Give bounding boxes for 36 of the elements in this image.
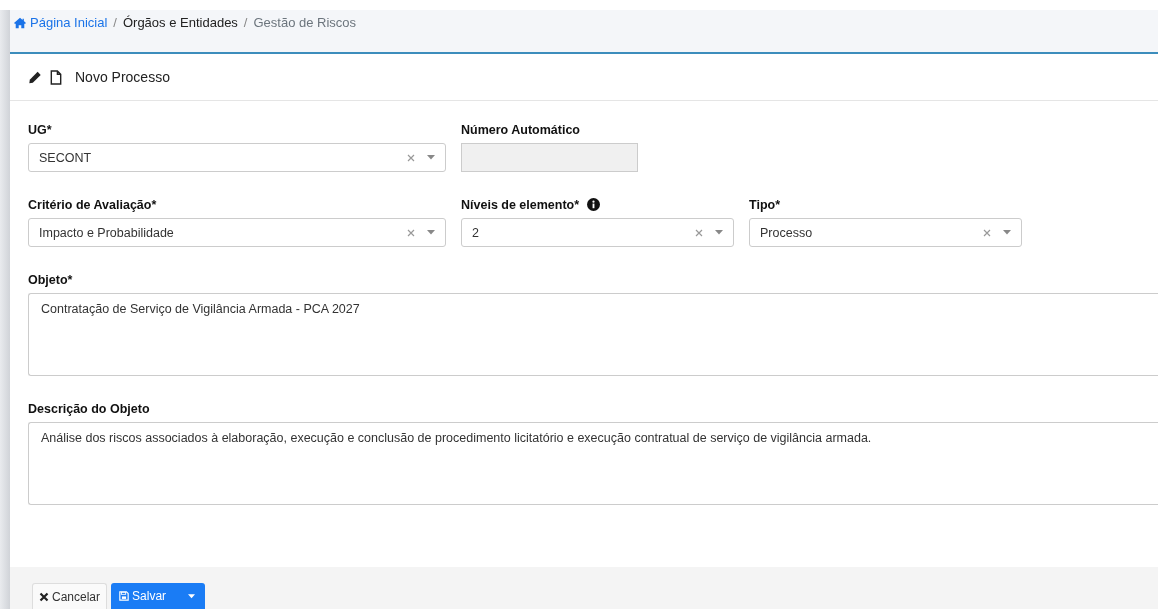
breadcrumb-separator: / (113, 15, 117, 30)
clear-icon[interactable] (695, 228, 703, 237)
caret-icon (715, 230, 723, 235)
card-title: Novo Processo (75, 69, 170, 85)
breadcrumb-current: Gestão de Riscos (253, 15, 357, 30)
breadcrumb-separator: / (243, 15, 248, 30)
breadcrumb-link[interactable]: Página Inicial (13, 15, 108, 30)
breadcrumb-link[interactable]: Órgãos e Entidades (122, 15, 238, 30)
caret-icon (427, 155, 435, 160)
home-icon (13, 16, 27, 29)
caret-icon (188, 593, 196, 599)
clear-icon[interactable] (983, 228, 991, 237)
field-label: Tipo* (749, 197, 781, 212)
pencil-icon (28, 69, 42, 85)
document-icon (49, 69, 63, 85)
field-label: Critério de Avaliação* (28, 197, 157, 212)
field-label: Descrição do Objeto (28, 401, 150, 416)
select-field[interactable]: 2 (461, 218, 734, 247)
caret-icon (1003, 230, 1011, 235)
text-area[interactable]: Contratação de Serviço de Vigilância Armada - PCA 2027 (28, 293, 1158, 376)
text-area[interactable]: Análise dos riscos associados à elaboração, execução e conclusão de procedimento licitatório e execução contratual de serviço de vigilância armada. (28, 422, 1158, 505)
close-icon (39, 591, 49, 602)
field-label: Níveis de elemento* (461, 197, 580, 212)
info-icon (587, 198, 601, 211)
save-button[interactable]: Salvar (111, 583, 179, 609)
select-field[interactable]: SECONT (28, 143, 446, 172)
field-label: Objeto* (28, 272, 73, 287)
select-field[interactable]: Impacto e Probabilidade (28, 218, 446, 247)
clear-icon[interactable] (407, 228, 415, 237)
field-label: Número Automático (461, 122, 580, 137)
select-field[interactable]: Processo (749, 218, 1022, 247)
cancel-button[interactable]: Cancelar (32, 583, 108, 609)
dropdown-button[interactable] (178, 583, 206, 609)
caret-icon (427, 230, 435, 235)
clear-icon[interactable] (407, 153, 415, 162)
field-label: UG* (28, 122, 52, 137)
